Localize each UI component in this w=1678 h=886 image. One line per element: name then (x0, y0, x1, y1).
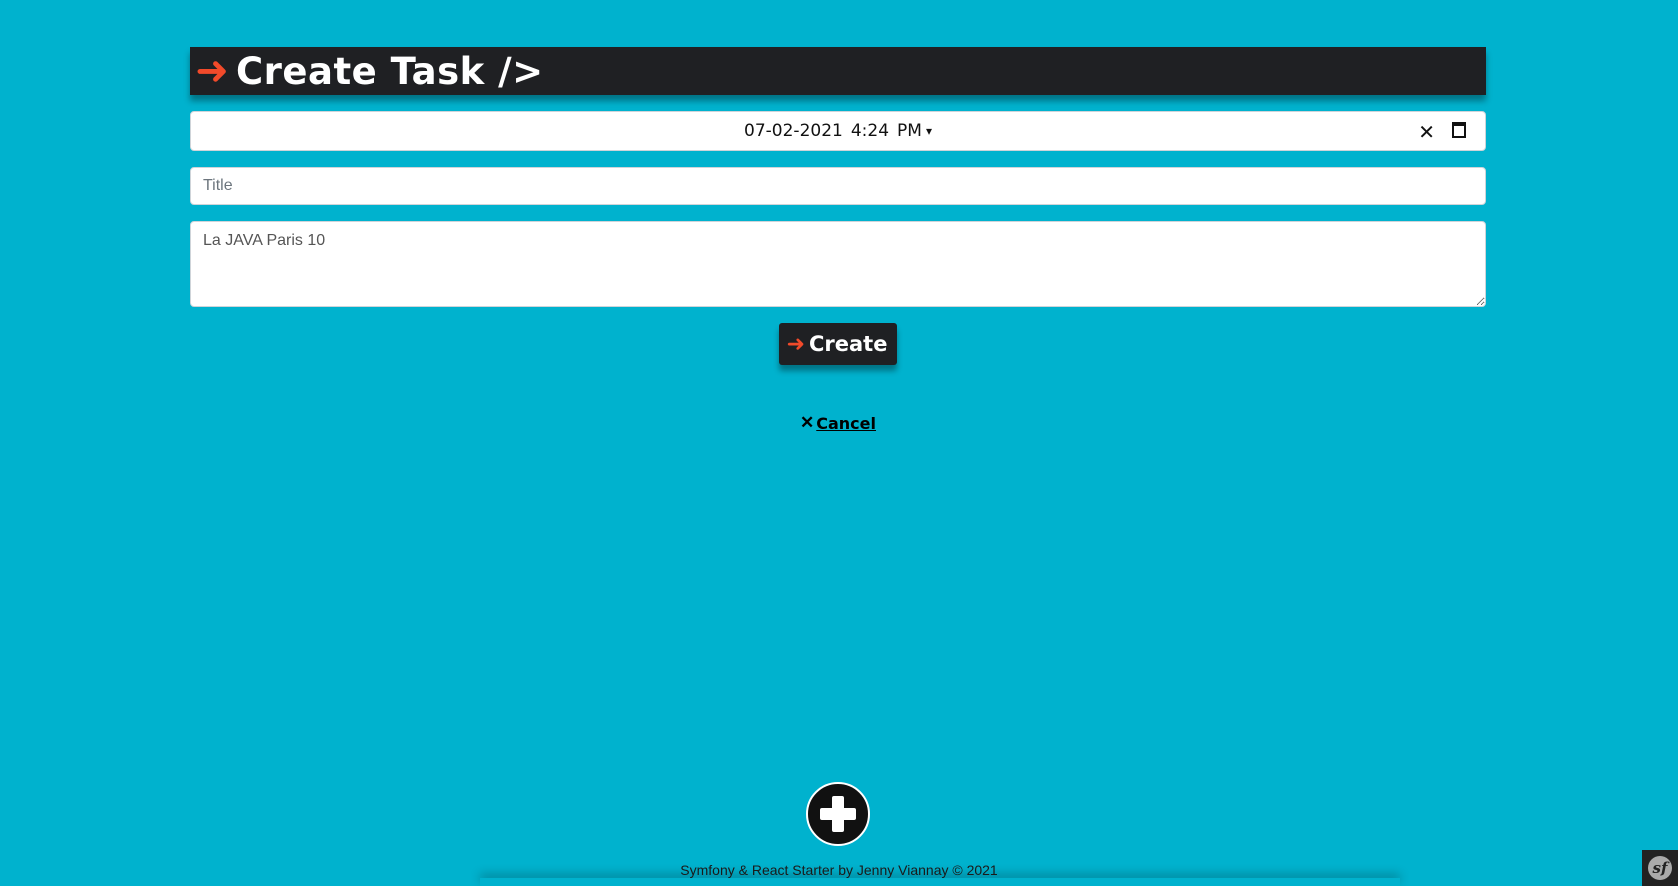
datetime-value[interactable]: 07-02-2021 4:24 PM ▾ (744, 121, 932, 141)
create-button-wrap: ➜ Create (190, 323, 1486, 365)
page-title: Create Task /> (236, 49, 544, 93)
footer-shadow (480, 878, 1400, 886)
cancel-wrap: ✕ Cancel (190, 413, 1486, 433)
page: ➜ Create Task /> 07-02-2021 4:24 PM ▾ ✕ … (0, 0, 1678, 886)
calendar-icon[interactable] (1452, 122, 1466, 138)
description-textarea[interactable]: La JAVA Paris 10 (190, 221, 1486, 307)
cancel-link[interactable]: Cancel (816, 414, 876, 433)
time-value[interactable]: 4:24 (851, 121, 889, 141)
arrow-right-icon: ➜ (786, 331, 805, 357)
create-button[interactable]: ➜ Create (778, 323, 898, 365)
symfony-toolbar-toggle[interactable]: sf (1642, 850, 1678, 886)
datetime-picker[interactable]: 07-02-2021 4:24 PM ▾ ✕ (190, 111, 1486, 151)
period-value[interactable]: PM (897, 121, 922, 141)
add-task-button[interactable] (806, 782, 870, 846)
page-header: ➜ Create Task /> (190, 47, 1486, 95)
close-icon[interactable]: ✕ (800, 413, 814, 433)
footer-text: Symfony & React Starter by Jenny Viannay… (680, 862, 998, 878)
date-value[interactable]: 07-02-2021 (744, 121, 843, 141)
symfony-icon: sf (1648, 856, 1672, 880)
chevron-down-icon[interactable]: ▾ (926, 124, 932, 138)
arrow-right-icon: ➜ (195, 48, 229, 94)
title-input[interactable] (190, 167, 1486, 205)
create-task-container: ➜ Create Task /> 07-02-2021 4:24 PM ▾ ✕ … (190, 47, 1486, 433)
create-button-label: Create (808, 332, 888, 356)
close-icon[interactable]: ✕ (1418, 120, 1435, 145)
plus-icon (820, 808, 856, 820)
